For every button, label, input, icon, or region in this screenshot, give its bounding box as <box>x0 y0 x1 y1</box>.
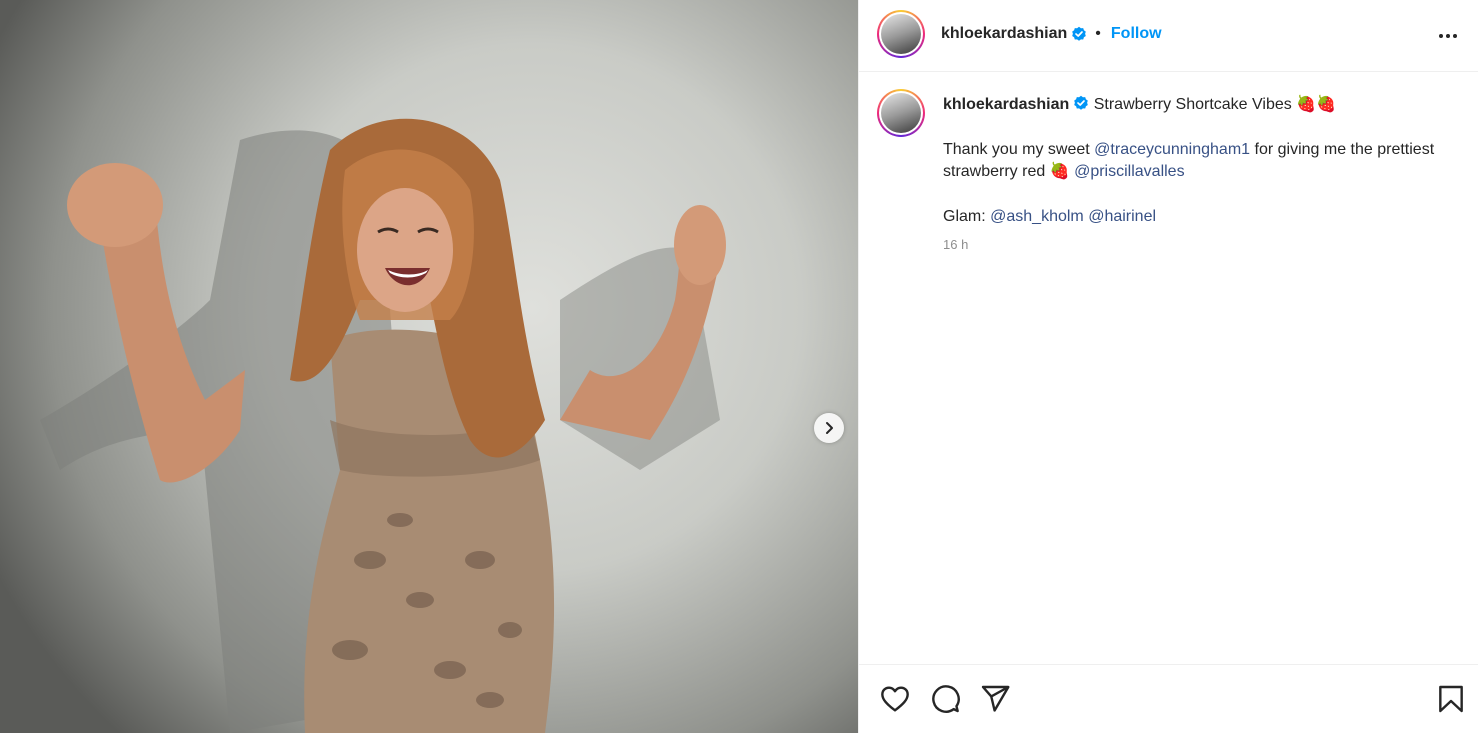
like-button[interactable] <box>879 683 911 720</box>
separator-dot: • <box>1095 25 1101 42</box>
post-photo <box>40 118 726 733</box>
action-bar <box>859 664 1478 733</box>
heart-icon <box>881 686 909 712</box>
post-timestamp[interactable]: 16 h <box>943 234 1443 256</box>
more-horizontal-icon <box>1439 34 1457 38</box>
comment-button[interactable] <box>929 683 961 720</box>
caption-title: Strawberry Shortcake Vibes <box>1093 96 1292 113</box>
author-username[interactable]: khloekardashian <box>941 24 1067 44</box>
verified-badge-icon <box>1074 95 1089 110</box>
caption-text: Glam: <box>943 208 991 225</box>
verified-badge-icon <box>1072 26 1087 41</box>
caption-author-avatar[interactable] <box>877 89 925 137</box>
next-slide-button[interactable] <box>814 413 844 443</box>
post-side-panel: khloekardashian • Follow khloekardashian… <box>858 0 1478 733</box>
mention-link[interactable]: @priscillavalles <box>1074 163 1185 180</box>
chevron-right-icon <box>826 422 833 434</box>
author-avatar[interactable] <box>877 10 925 58</box>
caption-text: Thank you my sweet <box>943 141 1095 158</box>
send-icon <box>981 685 1010 712</box>
author-info: khloekardashian • Follow <box>941 24 1162 44</box>
share-button[interactable] <box>979 683 1011 720</box>
strawberry-emoji: 🍓 <box>1049 163 1070 180</box>
comment-icon <box>932 685 960 713</box>
save-button[interactable] <box>1435 683 1467 720</box>
post-caption: khloekardashian Strawberry Shortcake Vib… <box>943 94 1443 256</box>
post-header: khloekardashian • Follow <box>859 0 1478 72</box>
post-media[interactable] <box>0 0 858 733</box>
more-options-button[interactable] <box>1437 26 1459 51</box>
mention-link[interactable]: @traceycunningham1 <box>1094 141 1250 158</box>
bookmark-icon <box>1439 685 1463 713</box>
caption-username[interactable]: khloekardashian <box>943 96 1069 113</box>
mention-link[interactable]: @ash_kholm <box>990 208 1084 225</box>
strawberry-emoji: 🍓🍓 <box>1296 96 1337 113</box>
follow-button[interactable]: Follow <box>1111 24 1162 44</box>
mention-link[interactable]: @hairinel <box>1088 208 1156 225</box>
